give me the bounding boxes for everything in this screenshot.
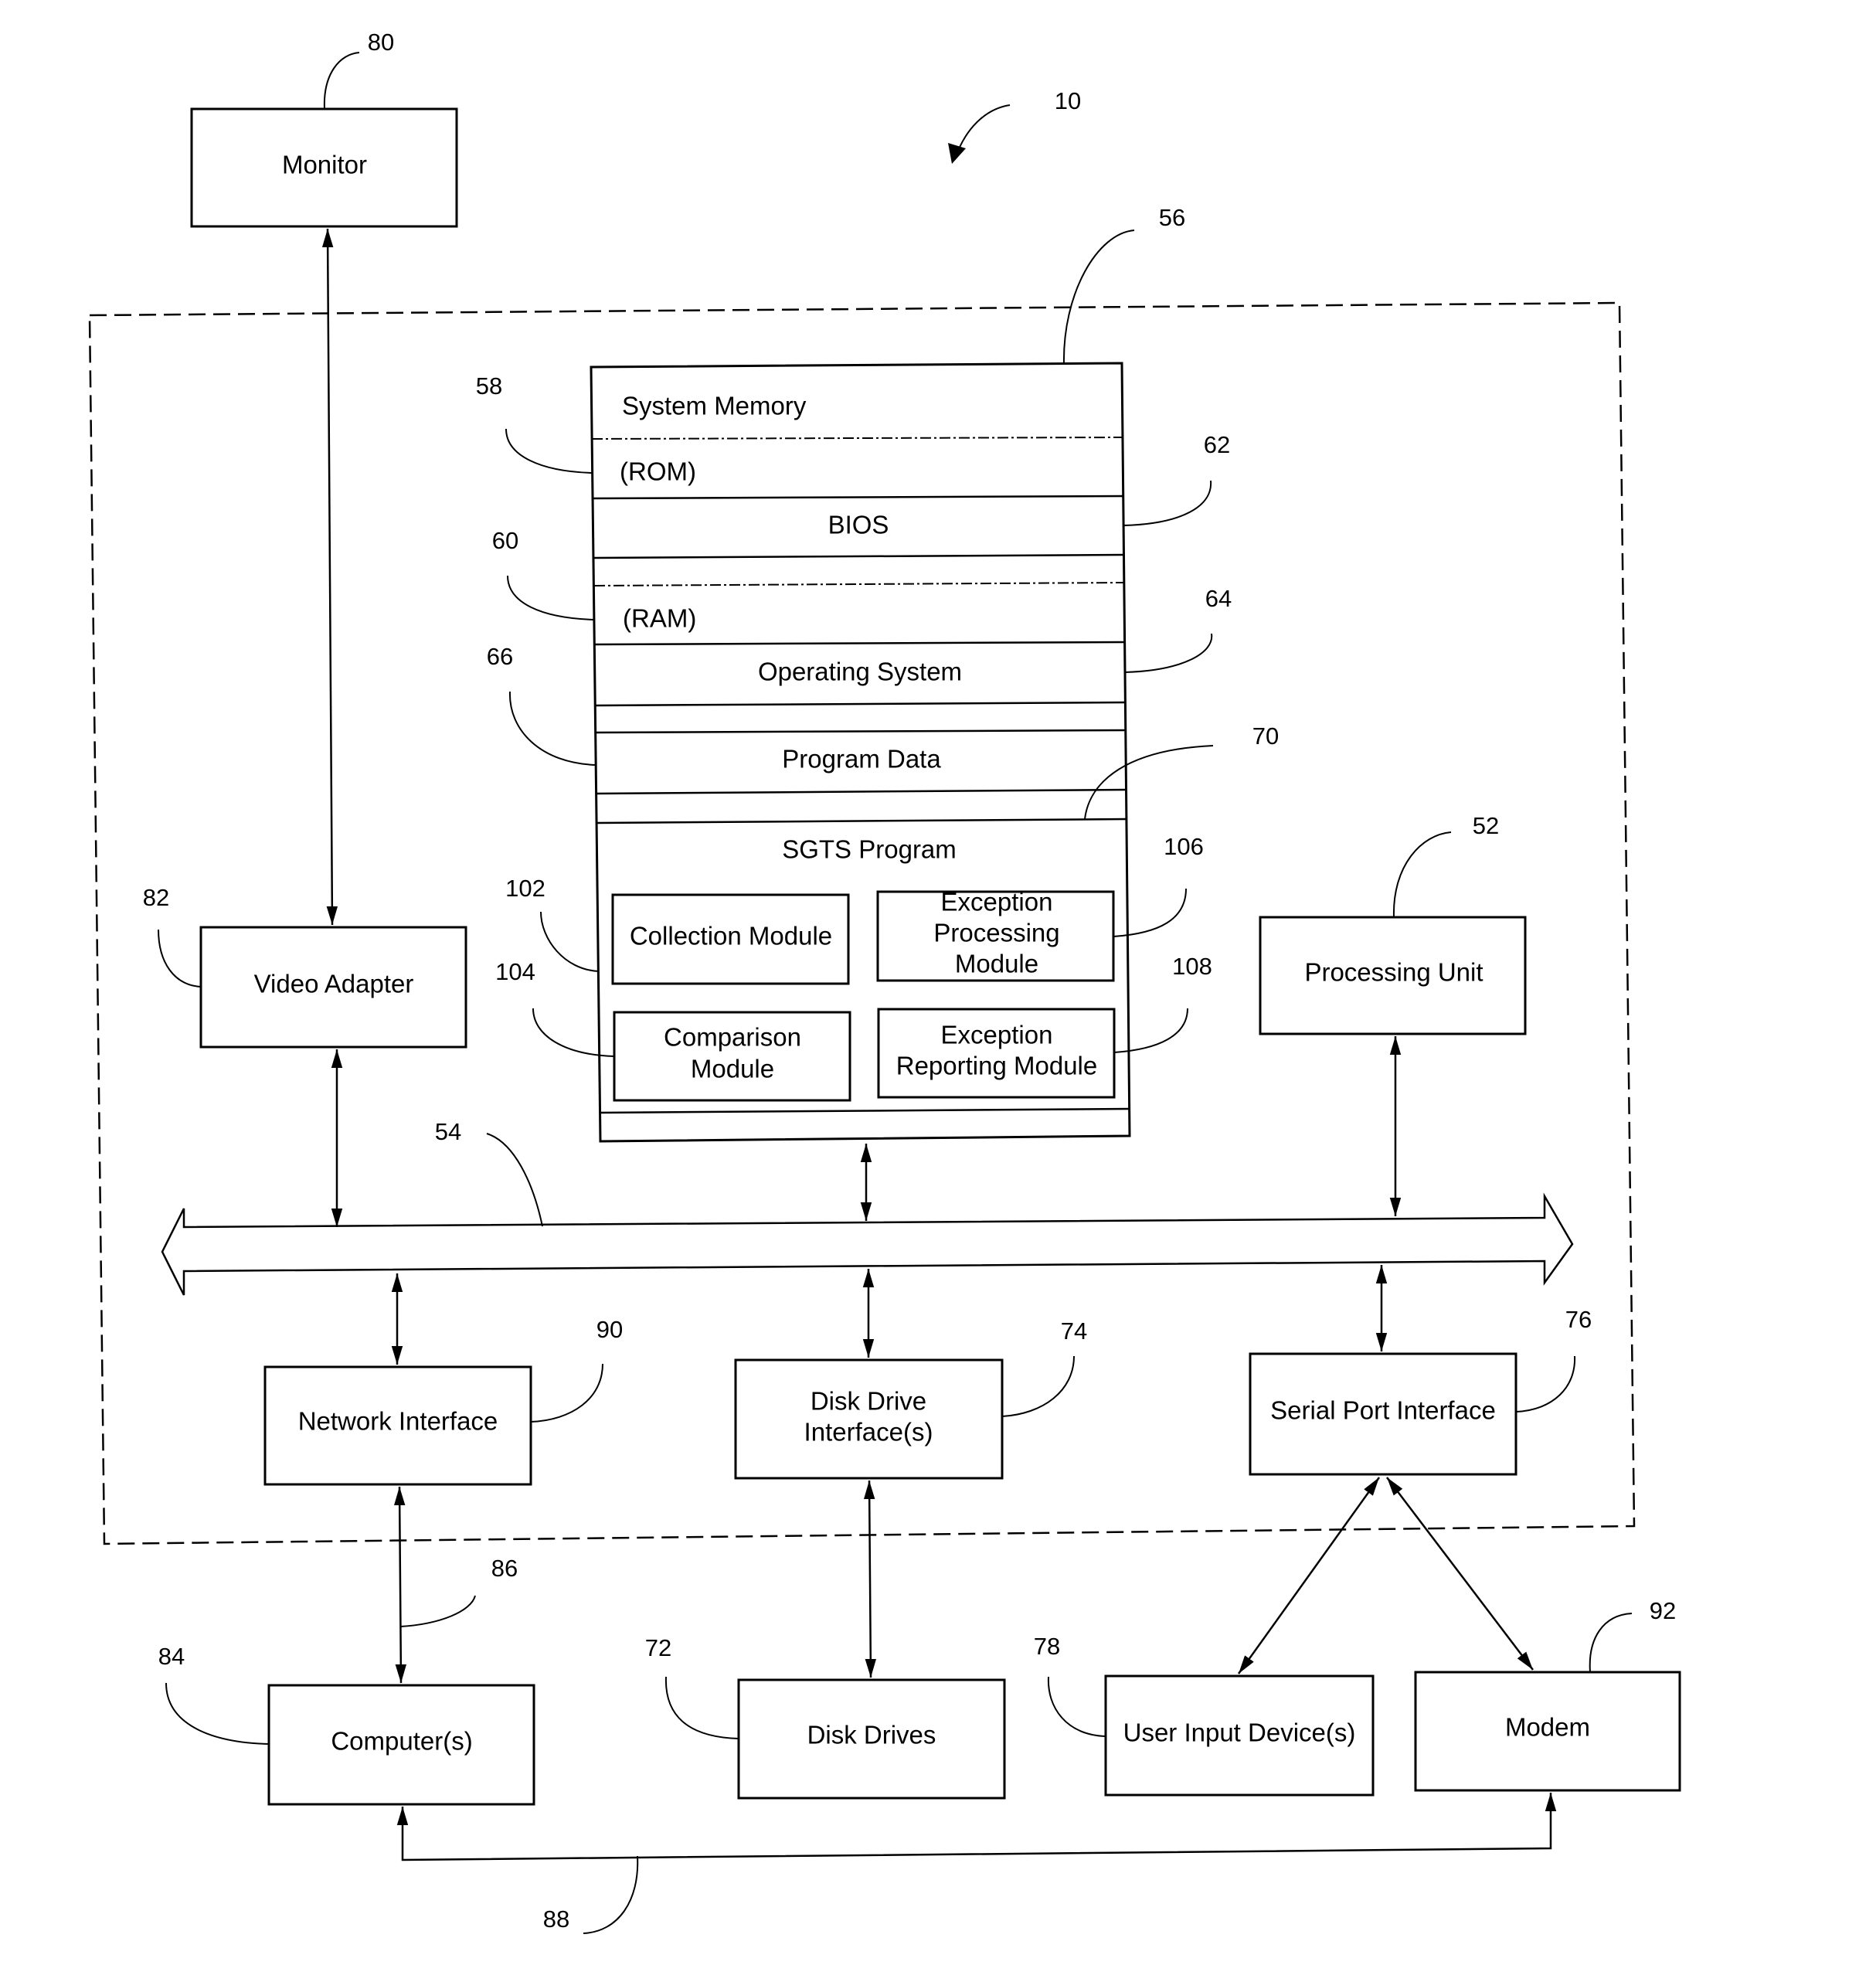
ram-ref: 60 bbox=[492, 527, 518, 554]
exception-processing-label-1: Exception bbox=[941, 888, 1053, 916]
processing-unit-label: Processing Unit bbox=[1304, 958, 1483, 987]
os-leader bbox=[1124, 633, 1213, 673]
video-adapter-block[interactable]: Video Adapter 82 bbox=[143, 884, 467, 1049]
computers-label: Computer(s) bbox=[331, 1727, 472, 1756]
comparison-module-label-2: Module bbox=[691, 1055, 774, 1083]
exception-reporting-module-block[interactable]: Exception Reporting Module bbox=[877, 1008, 1116, 1099]
serial-port-interface-leader bbox=[1515, 1355, 1576, 1413]
video-adapter-leader bbox=[158, 929, 202, 988]
serial-port-interface-ref: 76 bbox=[1565, 1306, 1592, 1333]
collection-module-label: Collection Module bbox=[630, 922, 832, 950]
user-input-devices-leader bbox=[1047, 1676, 1106, 1737]
figure-ref-group: 10 bbox=[948, 87, 1081, 164]
sgts-program-label: SGTS Program bbox=[782, 835, 957, 864]
processing-unit-block[interactable]: Processing Unit 52 bbox=[1259, 812, 1527, 1035]
computers-leader bbox=[165, 1682, 270, 1745]
collection-module-ref: 102 bbox=[505, 875, 545, 902]
system-memory-leader bbox=[1062, 229, 1135, 365]
computer-modem-link bbox=[396, 1793, 1557, 1861]
system-bus-arrow-icon bbox=[161, 1192, 1574, 1296]
program-data-label: Program Data bbox=[782, 745, 941, 773]
computer-system-diagram: 10 Monitor 80 Video Adapter 82 System Me… bbox=[88, 29, 1681, 1934]
figure-ref-arrowhead-icon bbox=[948, 143, 966, 164]
bios-leader bbox=[1123, 480, 1212, 526]
modem-link-leader bbox=[583, 1855, 639, 1934]
video-adapter-label: Video Adapter bbox=[254, 970, 414, 998]
disk-interface-drives-link bbox=[863, 1480, 877, 1678]
modem-ref: 92 bbox=[1650, 1597, 1676, 1624]
monitor-block[interactable]: Monitor 80 bbox=[190, 29, 458, 228]
figure-ref-arrow-icon bbox=[957, 104, 1011, 151]
exception-reporting-ref: 108 bbox=[1172, 953, 1212, 980]
system-memory-ref: 56 bbox=[1159, 204, 1185, 231]
network-link-ref: 86 bbox=[491, 1555, 518, 1582]
exception-reporting-label-2: Reporting Module bbox=[896, 1052, 1098, 1080]
disk-drive-interface-label-2: Interface(s) bbox=[804, 1418, 933, 1447]
user-input-devices-ref: 78 bbox=[1034, 1633, 1060, 1660]
computers-block[interactable]: Computer(s) 84 bbox=[158, 1643, 535, 1806]
serial-port-interface-label: Serial Port Interface bbox=[1270, 1396, 1496, 1425]
rom-leader bbox=[505, 428, 593, 474]
network-interface-block[interactable]: Network Interface 90 bbox=[263, 1316, 623, 1486]
user-input-devices-block[interactable]: User Input Device(s) 78 bbox=[1034, 1633, 1375, 1797]
rom-label: (ROM) bbox=[620, 457, 696, 486]
disk-drive-interface-label-1: Disk Drive bbox=[811, 1387, 926, 1416]
network-interface-leader bbox=[530, 1363, 603, 1423]
bios-ref: 62 bbox=[1204, 431, 1230, 458]
computers-ref: 84 bbox=[158, 1643, 185, 1670]
monitor-ref: 80 bbox=[368, 29, 394, 56]
figure-ref-label: 10 bbox=[1055, 87, 1081, 114]
system-memory-label: System Memory bbox=[622, 392, 807, 420]
operating-system-label: Operating System bbox=[758, 658, 962, 686]
exception-processing-module-block[interactable]: Exception Processing Module bbox=[876, 888, 1115, 982]
disk-drives-block[interactable]: Disk Drives 72 bbox=[645, 1634, 1006, 1800]
monitor-leader bbox=[323, 52, 360, 110]
modem-leader bbox=[1589, 1613, 1633, 1673]
system-memory-block[interactable]: System Memory 56 (ROM) 58 BIOS 62 (RAM) … bbox=[476, 204, 1279, 1143]
comparison-module-ref: 104 bbox=[495, 958, 535, 985]
exception-processing-label-2: Processing bbox=[933, 919, 1059, 947]
monitor-video-link bbox=[321, 228, 338, 926]
network-interface-label: Network Interface bbox=[298, 1407, 498, 1436]
rom-ref: 58 bbox=[476, 372, 502, 399]
system-bus-ref: 54 bbox=[435, 1118, 461, 1145]
serial-modem-link bbox=[1386, 1477, 1534, 1671]
disk-drives-ref: 72 bbox=[645, 1634, 671, 1661]
exception-processing-ref: 106 bbox=[1164, 833, 1204, 860]
system-bus-leader bbox=[486, 1133, 543, 1227]
network-interface-ref: 90 bbox=[596, 1316, 623, 1343]
disk-drives-leader bbox=[664, 1676, 739, 1739]
program-data-leader bbox=[508, 691, 597, 766]
ram-label: (RAM) bbox=[623, 604, 696, 633]
serial-port-interface-block[interactable]: Serial Port Interface 76 bbox=[1249, 1306, 1592, 1476]
comparison-module-block[interactable]: Comparison Module bbox=[613, 1011, 851, 1102]
system-bus: 54 bbox=[161, 1118, 1574, 1296]
disk-drive-interface-ref: 74 bbox=[1061, 1317, 1087, 1345]
modem-label: Modem bbox=[1505, 1713, 1590, 1742]
disk-drive-interface-block[interactable]: Disk Drive Interface(s) 74 bbox=[734, 1317, 1087, 1480]
exception-reporting-label-1: Exception bbox=[941, 1021, 1053, 1049]
user-input-devices-label: User Input Device(s) bbox=[1123, 1719, 1356, 1747]
bios-label: BIOS bbox=[828, 511, 889, 539]
collection-module-leader bbox=[540, 911, 600, 972]
collection-module-block[interactable]: Collection Module bbox=[611, 893, 850, 985]
network-link-leader bbox=[399, 1595, 476, 1627]
video-adapter-ref: 82 bbox=[143, 884, 169, 911]
processing-unit-leader bbox=[1392, 831, 1452, 918]
processing-unit-ref: 52 bbox=[1473, 812, 1499, 839]
network-computer-link bbox=[393, 1486, 407, 1684]
disk-drives-label: Disk Drives bbox=[807, 1721, 936, 1749]
comparison-module-label-1: Comparison bbox=[664, 1023, 801, 1052]
program-data-ref: 66 bbox=[487, 643, 513, 670]
ram-leader bbox=[507, 575, 596, 620]
sgts-ref: 70 bbox=[1252, 722, 1279, 750]
disk-drive-interface-leader bbox=[1001, 1355, 1075, 1417]
os-ref: 64 bbox=[1205, 585, 1232, 612]
modem-link-ref: 88 bbox=[543, 1906, 569, 1933]
exception-processing-label-3: Module bbox=[955, 950, 1038, 978]
serial-input-link bbox=[1237, 1477, 1381, 1674]
modem-block[interactable]: Modem 92 bbox=[1414, 1597, 1681, 1792]
monitor-label: Monitor bbox=[282, 151, 367, 179]
